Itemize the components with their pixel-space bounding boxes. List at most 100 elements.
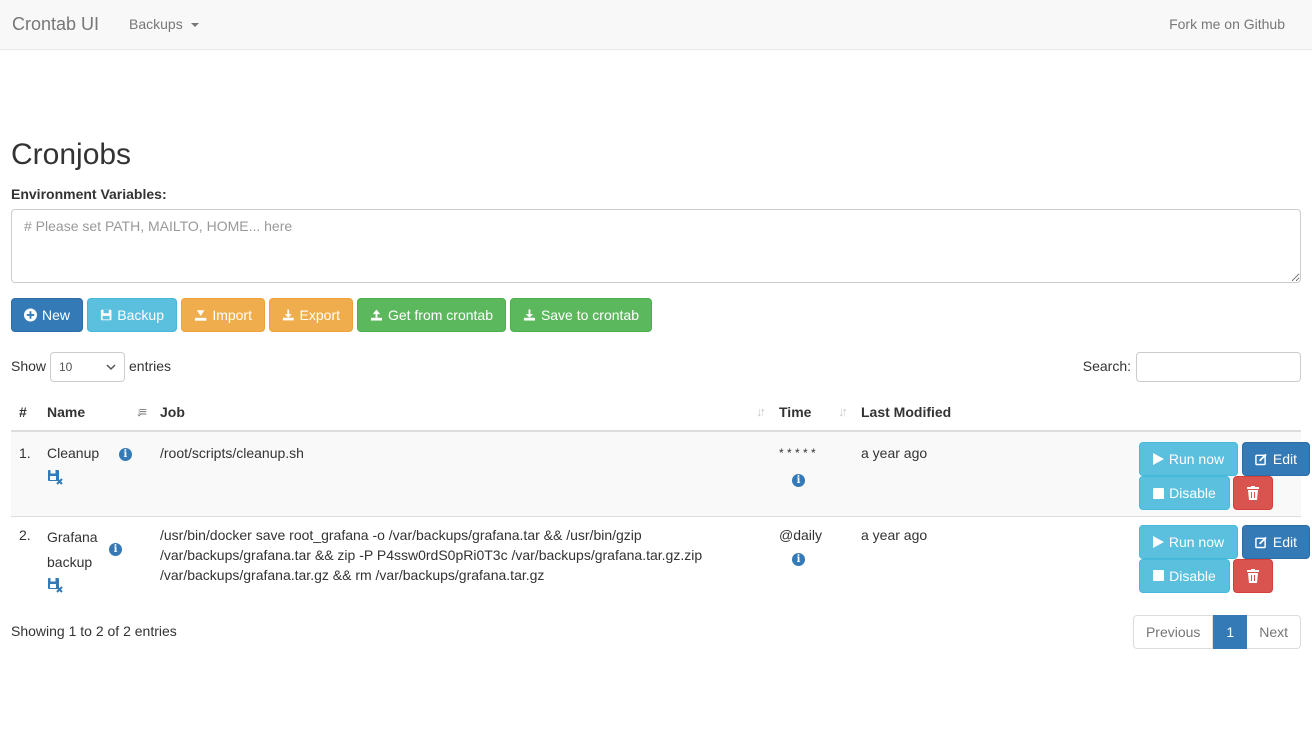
- import-button[interactable]: Import: [181, 298, 265, 332]
- disable-label: Disable: [1169, 567, 1216, 584]
- import-button-label: Import: [212, 307, 252, 323]
- row-name: Grafana backup: [47, 528, 98, 570]
- search-label: Search:: [1082, 358, 1131, 374]
- table-row: 1. Cleanup i /root/scripts/cleanup.sh * …: [11, 430, 1310, 516]
- download-icon: [523, 309, 536, 321]
- disable-button[interactable]: Disable: [1139, 476, 1230, 510]
- table-controls: Show 10 entries Search:: [11, 352, 1301, 382]
- row-name-cell: Cleanup i: [39, 430, 152, 516]
- edit-icon: [1255, 453, 1267, 466]
- plus-circle-icon: [24, 308, 37, 322]
- edit-icon: [1255, 536, 1267, 548]
- play-icon: [1152, 453, 1164, 465]
- stop-icon: [1153, 487, 1165, 499]
- entries-label: entries: [129, 358, 172, 374]
- previous-page-button[interactable]: Previous: [1132, 615, 1214, 649]
- stop-icon: [1153, 570, 1165, 581]
- env-variables-label: Environment Variables:: [11, 186, 167, 202]
- get-from-crontab-button[interactable]: Get from crontab: [357, 298, 506, 332]
- download-icon: [282, 309, 294, 321]
- export-button-label: Export: [299, 307, 340, 323]
- upload-icon: [370, 309, 383, 321]
- edit-label: Edit: [1272, 533, 1297, 550]
- cronjobs-table: # Name ↓≡ Job ↓↑ Time ↓↑ Last Modified 1. C…: [11, 393, 1310, 604]
- sort-icon: ↓↑: [756, 404, 766, 419]
- row-job: /usr/bin/docker save root_grafana -o /va…: [152, 515, 771, 604]
- save-to-crontab-label: Save to crontab: [540, 307, 639, 323]
- column-header-index: #: [11, 393, 39, 432]
- info-icon[interactable]: i: [118, 447, 132, 461]
- info-icon[interactable]: i: [792, 473, 805, 487]
- row-time: * * * * *: [779, 446, 816, 460]
- new-button-label: New: [41, 307, 70, 323]
- export-button[interactable]: Export: [269, 298, 353, 332]
- chevron-down-icon: [106, 364, 116, 371]
- column-header-job-label: Job: [160, 403, 185, 420]
- page-1-button[interactable]: 1: [1213, 615, 1248, 649]
- run-now-label: Run now: [1168, 451, 1225, 467]
- run-now-label: Run now: [1168, 533, 1225, 550]
- search-input[interactable]: [1136, 352, 1301, 382]
- backup-delete-icon[interactable]: [47, 577, 63, 593]
- row-job: /root/scripts/cleanup.sh: [152, 430, 771, 516]
- get-from-crontab-label: Get from crontab: [387, 307, 493, 323]
- edit-label: Edit: [1272, 451, 1297, 467]
- row-name-cell: Grafana backup i: [39, 515, 152, 604]
- save-to-crontab-button[interactable]: Save to crontab: [510, 298, 652, 332]
- page-length-value: 10: [59, 360, 73, 374]
- show-label: Show: [11, 358, 47, 374]
- sort-icon: ↓↑: [838, 404, 848, 419]
- row-actions: Run now Edit Disable: [1111, 430, 1310, 516]
- disable-button[interactable]: Disable: [1139, 558, 1230, 593]
- brand-link[interactable]: Crontab UI: [12, 14, 99, 35]
- edit-button[interactable]: Edit: [1242, 524, 1310, 559]
- column-header-time-label: Time: [779, 403, 812, 420]
- trash-icon: [1247, 568, 1259, 583]
- run-now-button[interactable]: Run now: [1139, 524, 1238, 559]
- pagination: Previous 1 Next: [1132, 615, 1301, 649]
- backups-dropdown-label: Backups: [129, 16, 183, 32]
- row-name: Cleanup: [47, 445, 100, 461]
- page-length-select[interactable]: 10: [50, 352, 125, 382]
- import-icon: [194, 310, 207, 321]
- column-header-name-label: Name: [47, 403, 86, 420]
- row-modified: a year ago: [853, 515, 1111, 604]
- fork-github-link[interactable]: Fork me on Github: [1169, 16, 1285, 32]
- row-index: 2.: [11, 515, 39, 604]
- edit-button[interactable]: Edit: [1242, 442, 1310, 476]
- table-info: Showing 1 to 2 of 2 entries: [11, 623, 177, 639]
- run-now-button[interactable]: Run now: [1139, 442, 1238, 476]
- info-icon[interactable]: i: [109, 543, 122, 556]
- play-icon: [1152, 535, 1164, 548]
- floppy-icon: [100, 309, 112, 321]
- row-time-cell: * * * * * i: [771, 430, 853, 516]
- new-button[interactable]: New: [11, 298, 83, 332]
- column-header-actions: [1111, 393, 1301, 432]
- info-icon[interactable]: i: [792, 553, 805, 567]
- backup-delete-icon[interactable]: [47, 469, 63, 485]
- trash-icon: [1247, 486, 1259, 500]
- sort-asc-icon: ↓≡: [135, 404, 147, 419]
- disable-label: Disable: [1169, 485, 1216, 501]
- row-index: 1.: [11, 430, 39, 516]
- row-actions: Run now Edit Disable: [1111, 515, 1310, 604]
- row-modified: a year ago: [853, 430, 1111, 516]
- column-header-job[interactable]: Job ↓↑: [152, 393, 771, 432]
- column-header-modified: Last Modified: [853, 393, 1111, 432]
- table-header-row: # Name ↓≡ Job ↓↑ Time ↓↑ Last Modified: [11, 393, 1301, 432]
- caret-down-icon: [190, 23, 199, 28]
- delete-button[interactable]: [1233, 558, 1273, 593]
- table-row: 2. Grafana backup i /usr/bin/docker save…: [11, 515, 1310, 604]
- backups-dropdown[interactable]: Backups: [129, 16, 199, 32]
- column-header-name[interactable]: Name ↓≡: [39, 393, 152, 432]
- backup-button[interactable]: Backup: [87, 298, 177, 332]
- delete-button[interactable]: [1233, 476, 1273, 510]
- backup-button-label: Backup: [117, 307, 164, 323]
- row-time: @daily: [779, 526, 823, 543]
- next-page-button[interactable]: Next: [1247, 615, 1301, 649]
- page-title: Cronjobs: [11, 138, 132, 171]
- navbar: Crontab UI Backups Fork me on Github: [0, 0, 1312, 50]
- row-time-cell: @daily i: [771, 515, 853, 604]
- env-variables-input[interactable]: [11, 209, 1301, 283]
- column-header-time[interactable]: Time ↓↑: [771, 393, 853, 432]
